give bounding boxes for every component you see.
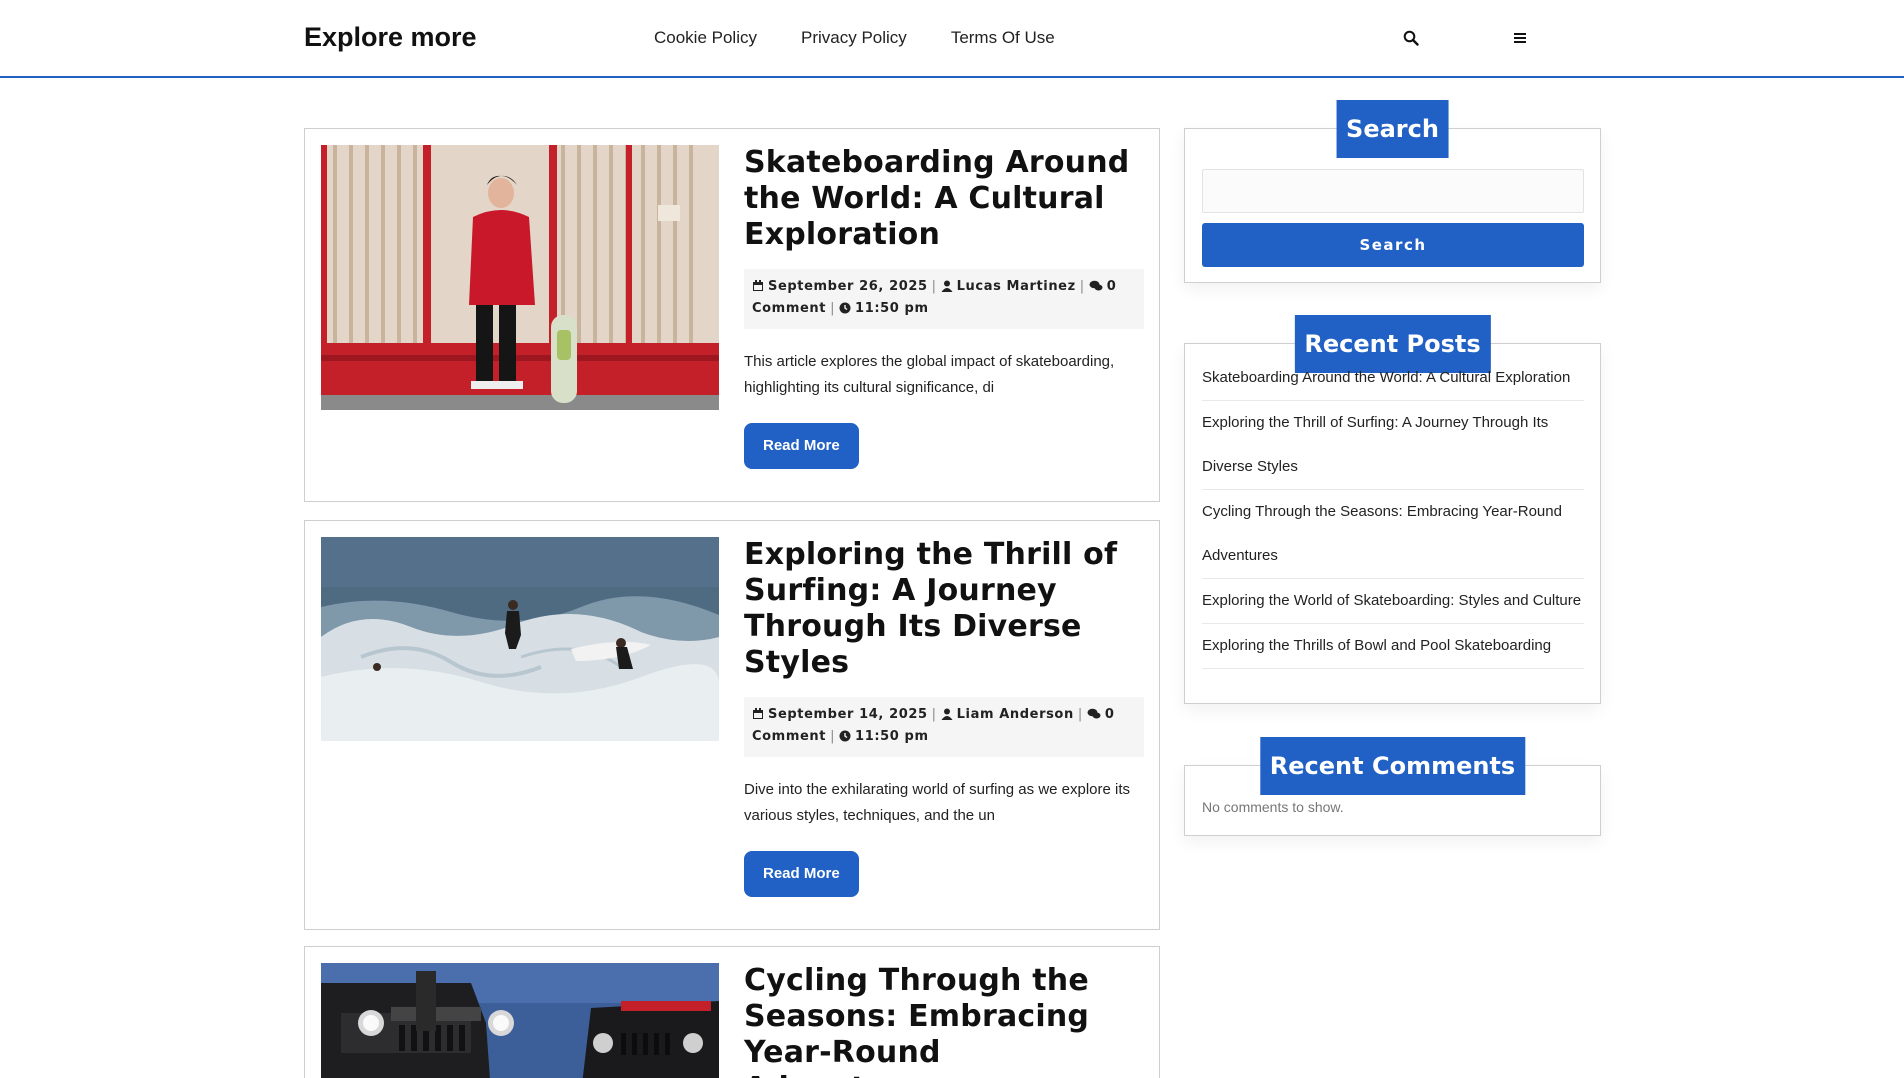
list-item: Exploring the World of Skateboarding: St…	[1202, 579, 1584, 624]
recent-posts-widget: Recent Posts Skateboarding Around the Wo…	[1184, 315, 1601, 704]
post-comment-count[interactable]: 0	[1107, 279, 1117, 294]
calendar-icon	[752, 279, 764, 299]
comments-icon	[1087, 707, 1101, 727]
main-nav: Cookie Policy Privacy Policy Terms Of Us…	[654, 28, 1055, 48]
list-item: Exploring the Thrill of Surfing: A Journ…	[1202, 401, 1584, 490]
site-title[interactable]: Explore more	[304, 22, 477, 53]
nav-terms-of-use[interactable]: Terms Of Use	[951, 28, 1055, 48]
post-title[interactable]: Cycling Through the Seasons: Embracing Y…	[744, 963, 1144, 1078]
recent-post-link[interactable]: Skateboarding Around the World: A Cultur…	[1202, 356, 1584, 400]
sidebar-search-button[interactable]: Search	[1202, 223, 1584, 267]
search-widget: Search Search	[1184, 100, 1601, 283]
user-icon	[941, 279, 953, 299]
clock-icon	[839, 301, 851, 321]
post-card: Exploring the Thrill of Surfing: A Journ…	[304, 520, 1160, 930]
search-widget-title: Search	[1336, 100, 1449, 158]
post-time: 11:50 pm	[855, 301, 929, 316]
list-item: Cycling Through the Seasons: Embracing Y…	[1202, 490, 1584, 579]
recent-post-link[interactable]: Exploring the Thrills of Bowl and Pool S…	[1202, 624, 1584, 668]
comments-icon	[1089, 279, 1103, 299]
post-comment-count[interactable]: 0	[1105, 707, 1115, 722]
post-card: Cycling Through the Seasons: Embracing Y…	[304, 946, 1160, 1078]
site-header: Explore more Cookie Policy Privacy Polic…	[0, 0, 1904, 78]
recent-posts-list: Skateboarding Around the World: A Cultur…	[1202, 356, 1584, 669]
no-comments-text: No comments to show.	[1202, 799, 1344, 815]
post-date[interactable]: September 26, 2025	[768, 279, 928, 294]
read-more-button[interactable]: Read More	[744, 423, 859, 469]
post-excerpt: Dive into the exhilarating world of surf…	[744, 781, 1131, 824]
post-image-surfers[interactable]	[321, 537, 719, 741]
calendar-icon	[752, 707, 764, 727]
list-item: Skateboarding Around the World: A Cultur…	[1202, 356, 1584, 401]
post-date[interactable]: September 14, 2025	[768, 707, 928, 722]
post-excerpt: This article explores the global impact …	[744, 353, 1115, 396]
clock-icon	[839, 729, 851, 749]
recent-comments-widget: Recent Comments No comments to show.	[1184, 737, 1601, 836]
recent-post-link[interactable]: Exploring the Thrill of Surfing: A Journ…	[1202, 401, 1584, 489]
post-title[interactable]: Skateboarding Around the World: A Cultur…	[744, 145, 1144, 253]
user-icon	[941, 707, 953, 727]
post-body: Exploring the Thrill of Surfing: A Journ…	[744, 537, 1144, 897]
post-meta: September 26, 2025 | Lucas Martinez | 0 Comme…	[744, 269, 1144, 329]
post-comment-label[interactable]: Comment	[752, 729, 826, 744]
recent-post-link[interactable]: Exploring the World of Skateboarding: St…	[1202, 579, 1584, 623]
post-image-jeeps[interactable]	[321, 963, 719, 1078]
recent-comments-title: Recent Comments	[1259, 737, 1526, 795]
sidebar-search-input[interactable]	[1202, 169, 1584, 213]
post-author[interactable]: Lucas Martinez	[957, 279, 1076, 294]
nav-cookie-policy[interactable]: Cookie Policy	[654, 28, 757, 48]
post-card: Skateboarding Around the World: A Cultur…	[304, 128, 1160, 502]
post-author[interactable]: Liam Anderson	[957, 707, 1074, 722]
post-body: Cycling Through the Seasons: Embracing Y…	[744, 963, 1144, 1078]
post-title[interactable]: Exploring the Thrill of Surfing: A Journ…	[744, 537, 1144, 681]
post-comment-label[interactable]: Comment	[752, 301, 826, 316]
post-image-skateboarder[interactable]	[321, 145, 719, 410]
menu-icon[interactable]	[1508, 26, 1532, 50]
search-icon[interactable]	[1399, 26, 1423, 50]
nav-privacy-policy[interactable]: Privacy Policy	[801, 28, 907, 48]
read-more-button[interactable]: Read More	[744, 851, 859, 897]
list-item: Exploring the Thrills of Bowl and Pool S…	[1202, 624, 1584, 669]
post-meta: September 14, 2025 | Liam Anderson | 0 Commen…	[744, 697, 1144, 757]
post-body: Skateboarding Around the World: A Cultur…	[744, 145, 1144, 469]
post-time: 11:50 pm	[855, 729, 929, 744]
recent-post-link[interactable]: Cycling Through the Seasons: Embracing Y…	[1202, 490, 1584, 578]
